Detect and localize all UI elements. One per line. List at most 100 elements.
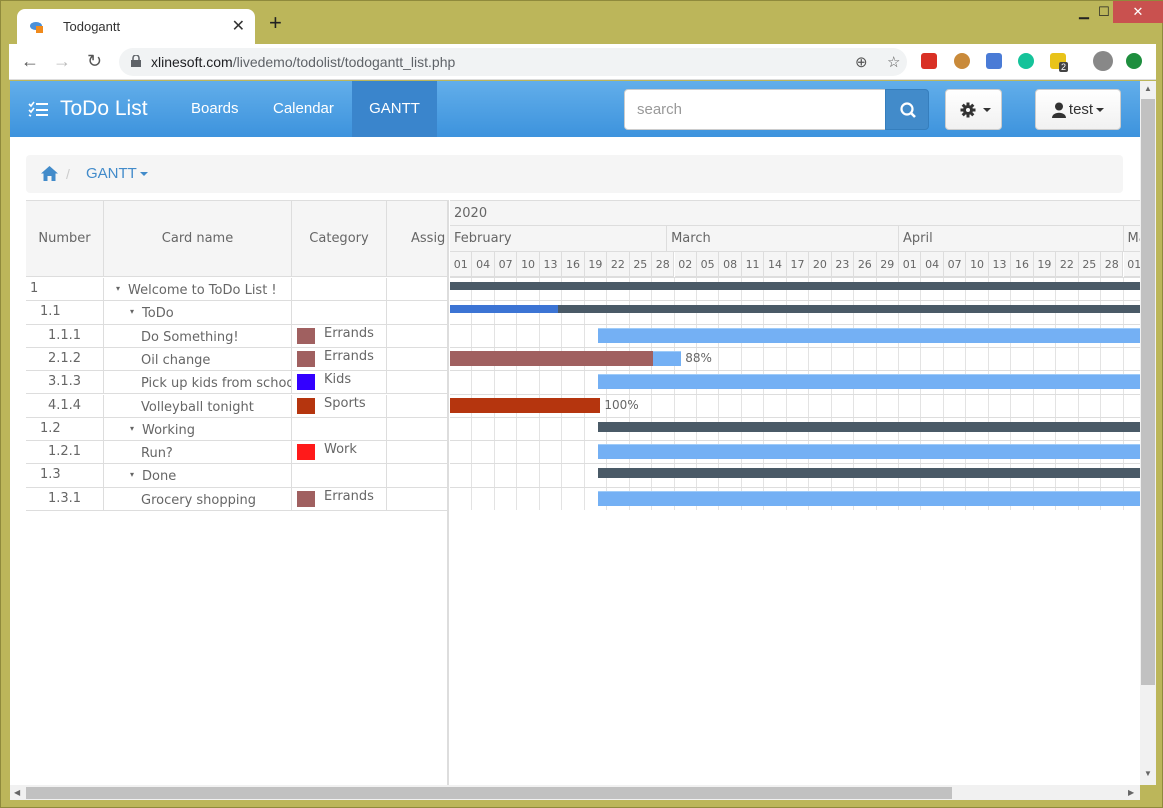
vertical-scroll-thumb[interactable] bbox=[1141, 99, 1155, 685]
table-row[interactable]: 1.3.1 Grocery shopping Errands bbox=[26, 487, 448, 511]
table-row[interactable]: 3.1.3 Pick up kids from school Kids bbox=[26, 371, 448, 395]
column-header-category[interactable]: Category bbox=[292, 201, 387, 277]
category-label: Errands bbox=[324, 348, 374, 364]
gantt-day-header: 28 bbox=[1101, 252, 1124, 277]
table-row[interactable]: 2.1.2 Oil change Errands bbox=[26, 347, 448, 372]
gantt-task-bar[interactable] bbox=[598, 327, 1140, 343]
table-row[interactable]: 1.1.1 Do Something! Errands bbox=[26, 324, 448, 348]
gantt-summary-bar[interactable] bbox=[598, 468, 1140, 479]
back-icon[interactable]: ← bbox=[21, 51, 39, 71]
cell-number: 1.3.1 bbox=[26, 487, 104, 510]
ruler-extension-icon[interactable] bbox=[986, 53, 1002, 69]
table-row[interactable]: 1.1 ▾ ToDo bbox=[26, 301, 448, 325]
card-name-text: Grocery shopping bbox=[141, 492, 256, 508]
cell-card-name[interactable]: Volleyball tonight bbox=[104, 394, 292, 417]
close-tab-icon[interactable]: ✕ bbox=[232, 16, 245, 36]
table-row[interactable]: 1.2 ▾ Working bbox=[26, 417, 448, 442]
cell-category bbox=[292, 301, 387, 324]
gantt-task-bar[interactable] bbox=[598, 444, 1140, 460]
search-button[interactable] bbox=[885, 89, 929, 130]
gantt-day-header: 29 bbox=[876, 252, 899, 277]
settings-dropdown-button[interactable] bbox=[945, 89, 1002, 130]
user-menu-button[interactable]: test bbox=[1035, 89, 1121, 130]
gantt-month-header: April bbox=[899, 226, 1124, 252]
gantt-day-header: 25 bbox=[1078, 252, 1102, 277]
collapse-toggle-icon[interactable]: ▾ bbox=[130, 464, 134, 486]
reload-icon[interactable]: ↻ bbox=[87, 51, 102, 71]
chevron-down-icon bbox=[1096, 107, 1105, 112]
tasks-icon bbox=[28, 101, 48, 117]
cookie-extension-icon[interactable] bbox=[954, 53, 970, 69]
nav-calendar[interactable]: Calendar bbox=[257, 81, 350, 137]
cell-card-name[interactable]: Run? bbox=[104, 441, 292, 464]
close-window-button[interactable]: ✕ bbox=[1113, 1, 1163, 23]
cell-card-name[interactable]: Do Something! bbox=[104, 324, 292, 347]
scroll-left-icon[interactable]: ◀ bbox=[14, 788, 20, 797]
gantt-task-progress bbox=[450, 350, 654, 366]
breadcrumb-separator: / bbox=[66, 166, 70, 182]
nav-boards[interactable]: Boards bbox=[175, 81, 255, 137]
collapse-toggle-icon[interactable]: ▾ bbox=[116, 278, 120, 300]
cell-category: Kids bbox=[292, 371, 387, 394]
category-label: Errands bbox=[324, 325, 374, 341]
update-extension-icon[interactable] bbox=[1126, 53, 1142, 69]
vertical-scrollbar[interactable]: ▲ ▼ bbox=[1140, 81, 1156, 785]
zoom-icon[interactable]: ⊕ bbox=[855, 53, 868, 71]
grammarly-extension-icon[interactable] bbox=[1018, 53, 1034, 69]
brand[interactable]: ToDo List bbox=[28, 81, 148, 137]
cell-card-name[interactable]: Grocery shopping bbox=[104, 487, 292, 510]
column-header-number[interactable]: Number bbox=[26, 201, 104, 277]
url-text: xlinesoft.com/livedemo/todolist/todogant… bbox=[151, 54, 455, 70]
profile-avatar-icon[interactable] bbox=[1093, 51, 1113, 71]
cell-card-name[interactable]: Pick up kids from school bbox=[104, 371, 292, 394]
cell-card-name[interactable]: ▾ ToDo bbox=[104, 301, 292, 324]
collapse-toggle-icon[interactable]: ▾ bbox=[130, 418, 134, 440]
collapse-toggle-icon[interactable]: ▾ bbox=[130, 301, 134, 323]
breadcrumb-gantt[interactable]: GANTT bbox=[86, 165, 148, 182]
book-extension-icon[interactable] bbox=[921, 53, 937, 69]
table-row[interactable]: 1 ▾ Welcome to ToDo List ! bbox=[26, 278, 448, 302]
horizontal-scrollbar[interactable]: ◀ ▶ bbox=[10, 785, 1140, 800]
table-row[interactable]: 1.3 ▾ Done bbox=[26, 464, 448, 488]
scroll-down-icon[interactable]: ▼ bbox=[1144, 769, 1152, 778]
gantt-task-bar[interactable] bbox=[598, 374, 1140, 390]
scroll-right-icon[interactable]: ▶ bbox=[1128, 788, 1134, 797]
cell-card-name[interactable]: Oil change bbox=[104, 347, 292, 371]
browser-toolbar: ← → ↻ xlinesoft.com/livedemo/todolist/to… bbox=[9, 44, 1156, 80]
gear-icon bbox=[960, 102, 976, 118]
cell-card-name[interactable]: ▾ Welcome to ToDo List ! bbox=[104, 278, 292, 301]
gantt-day-header: 16 bbox=[1011, 252, 1034, 277]
gantt-grid-row-line bbox=[450, 440, 1140, 442]
extension-badge: 2 bbox=[1059, 62, 1069, 72]
column-header-assignee[interactable]: Assig bbox=[387, 201, 448, 277]
home-icon[interactable] bbox=[41, 166, 58, 181]
table-row[interactable]: 4.1.4 Volleyball tonight Sports bbox=[26, 394, 448, 418]
lock-icon bbox=[131, 55, 141, 67]
cell-category bbox=[292, 417, 387, 441]
cell-card-name[interactable]: ▾ Done bbox=[104, 464, 292, 487]
gantt-summary-bar[interactable] bbox=[598, 421, 1140, 432]
address-bar[interactable]: xlinesoft.com/livedemo/todolist/todogant… bbox=[119, 48, 907, 76]
grid-splitter[interactable] bbox=[447, 200, 449, 785]
forward-icon[interactable]: → bbox=[53, 51, 71, 71]
gantt-summary-bar[interactable] bbox=[450, 282, 1140, 290]
search-input[interactable] bbox=[624, 89, 886, 130]
bookmark-star-icon[interactable]: ☆ bbox=[887, 53, 900, 71]
gantt-task-bar[interactable] bbox=[598, 490, 1140, 506]
cell-card-name[interactable]: ▾ Working bbox=[104, 417, 292, 441]
cell-assignee bbox=[387, 348, 448, 370]
gantt-day-header: 17 bbox=[786, 252, 810, 277]
new-tab-button[interactable]: + bbox=[269, 12, 282, 34]
app-favicon-icon bbox=[30, 22, 43, 33]
gantt-grid-row-line bbox=[450, 323, 1140, 325]
browser-tab[interactable]: Todogantt ✕ bbox=[17, 9, 255, 45]
cell-number: 1.2 bbox=[26, 417, 104, 441]
scroll-up-icon[interactable]: ▲ bbox=[1144, 84, 1152, 93]
column-header-card-name[interactable]: Card name bbox=[104, 201, 292, 277]
gantt-chart: 2020 FebruaryMarchAprilMay01040710131619… bbox=[450, 200, 1140, 510]
nav-gantt[interactable]: GANTT bbox=[352, 81, 437, 137]
notes-extension-icon[interactable]: 2 bbox=[1050, 53, 1069, 72]
table-row[interactable]: 1.2.1 Run? Work bbox=[26, 441, 448, 465]
horizontal-scroll-thumb[interactable] bbox=[26, 787, 952, 799]
category-color-swatch bbox=[297, 350, 315, 367]
